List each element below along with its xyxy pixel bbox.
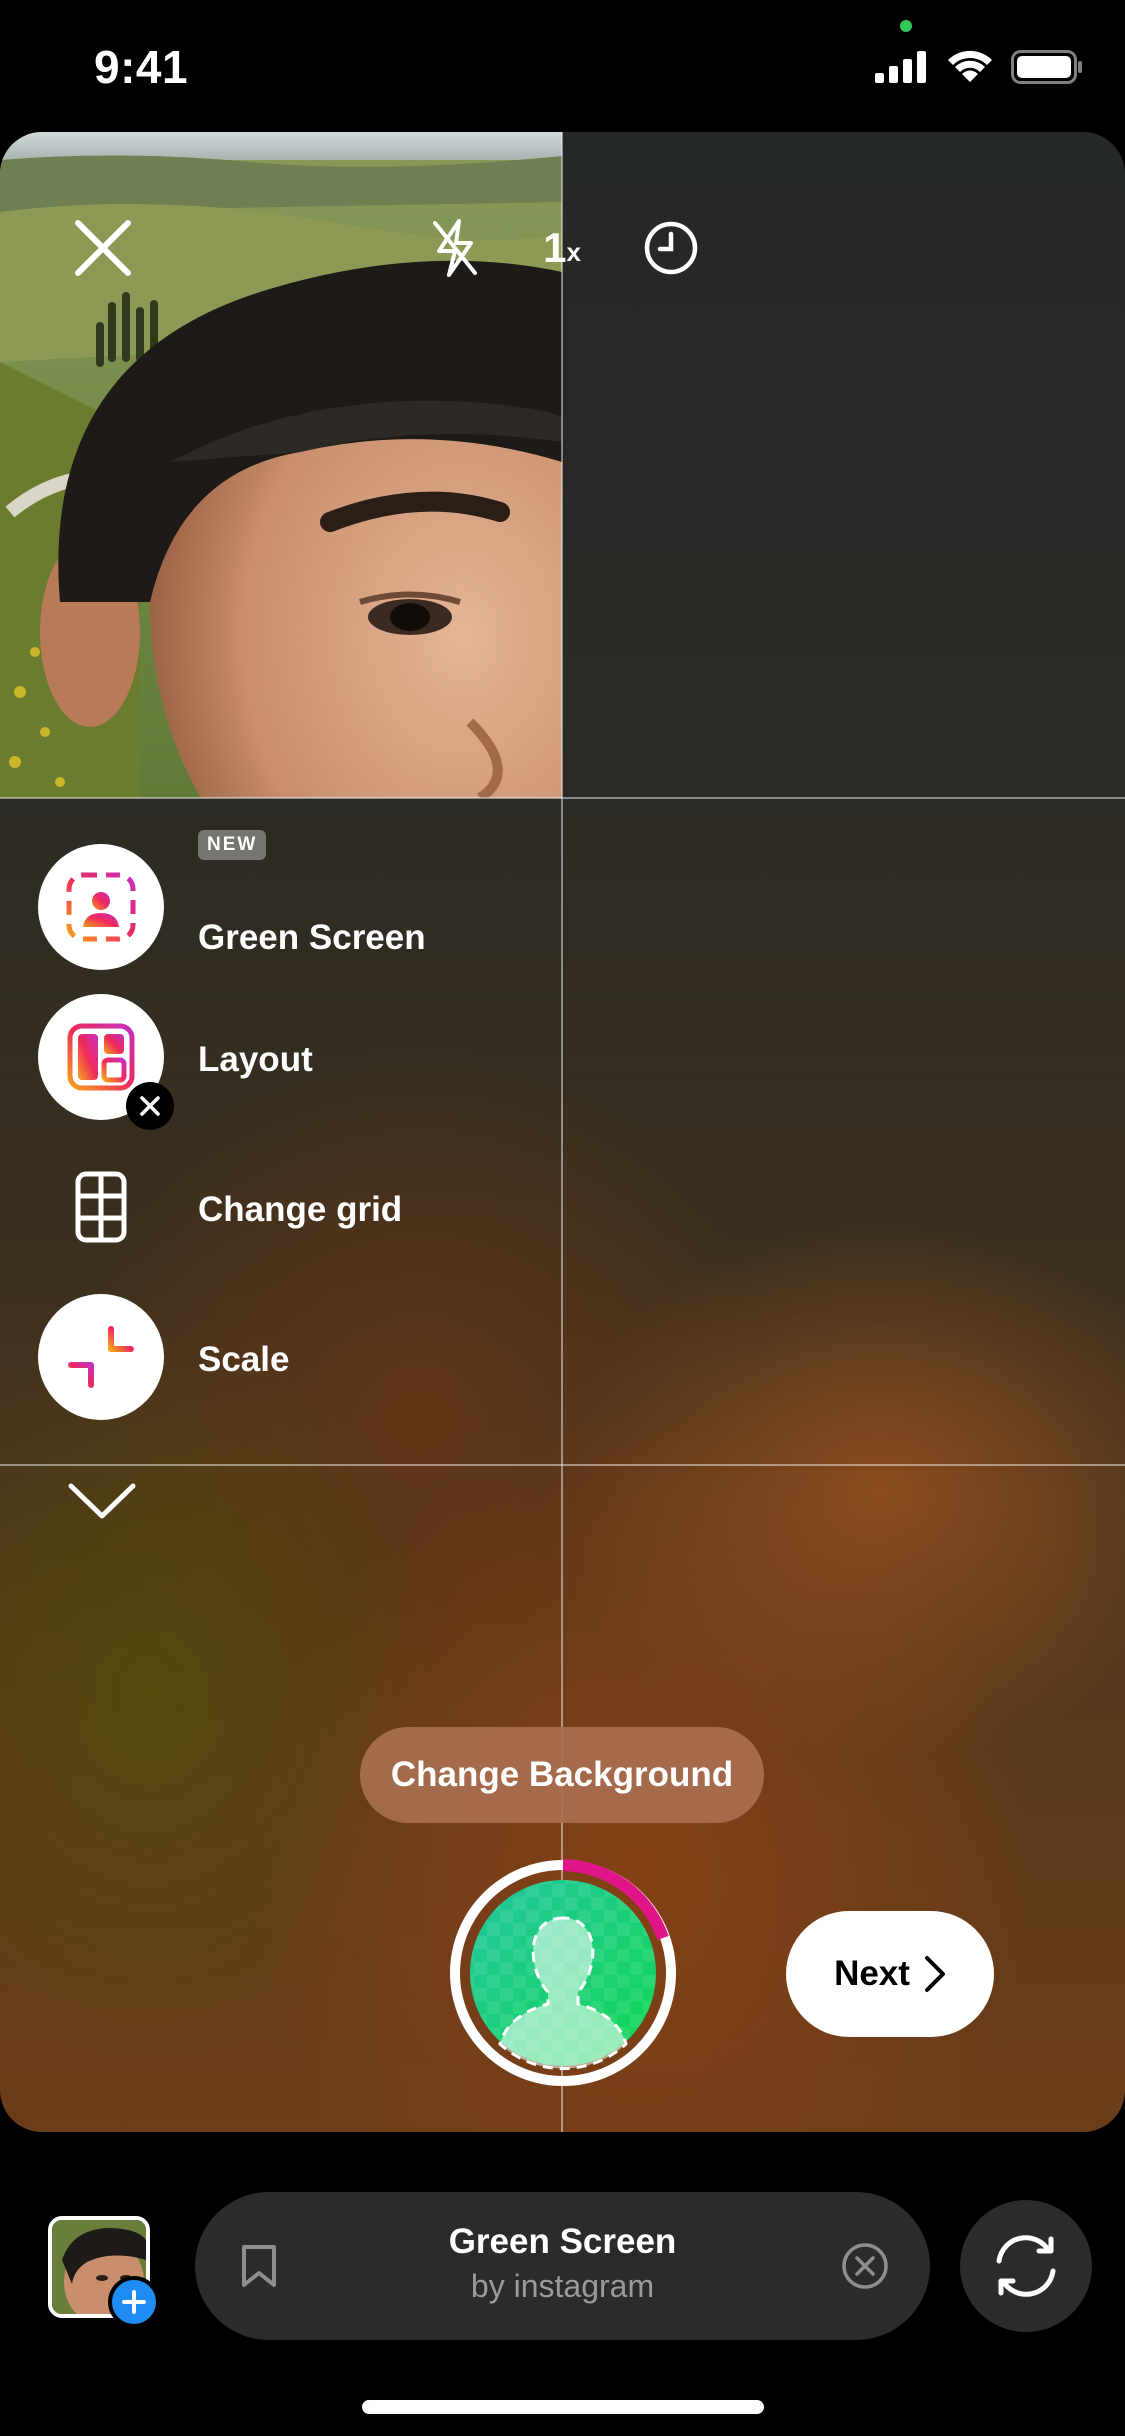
signal-icon <box>875 51 926 83</box>
layout-button[interactable] <box>38 994 174 1130</box>
status-bar: 9:41 <box>0 0 1125 130</box>
camera-canvas[interactable]: 1 x NEW Green Screen Layout Change grid … <box>0 132 1125 2132</box>
green-screen-icon <box>66 872 136 942</box>
close-icon <box>140 1096 160 1116</box>
battery-icon <box>1011 50 1082 84</box>
menu-item-layout[interactable]: Layout <box>38 994 313 1130</box>
plus-icon <box>122 2290 146 2314</box>
close-button[interactable] <box>66 202 140 294</box>
remove-layout-button[interactable] <box>126 1082 174 1130</box>
layout-icon <box>67 1023 135 1091</box>
home-indicator[interactable] <box>362 2400 764 2414</box>
status-time: 9:41 <box>94 41 189 93</box>
effect-bar[interactable]: Green Screen by instagram <box>195 2192 930 2340</box>
menu-item-label: Scale <box>198 1340 290 1379</box>
flip-camera-icon <box>996 2235 1056 2297</box>
wifi-icon <box>948 50 992 82</box>
next-button[interactable]: Next <box>786 1911 994 2037</box>
change-background-label: Change Background <box>390 1755 734 1794</box>
grid-line-horizontal-1 <box>0 797 1125 799</box>
add-from-gallery-button[interactable] <box>108 2276 160 2328</box>
change-grid-button[interactable] <box>38 1144 164 1270</box>
shutter-button[interactable] <box>448 1858 678 2088</box>
grid-line-horizontal-2 <box>0 1464 1125 1466</box>
zoom-button[interactable]: 1 x <box>532 202 592 294</box>
menu-item-change-grid[interactable]: Change grid <box>38 1144 402 1270</box>
flip-camera-button[interactable] <box>960 2200 1092 2332</box>
menu-item-green-screen[interactable]: NEW Green Screen <box>38 830 426 970</box>
menu-item-label: Green Screen <box>198 918 426 957</box>
chevron-right-icon <box>924 1956 945 1992</box>
close-icon <box>75 220 131 276</box>
grid-line-vertical <box>561 132 563 2132</box>
change-background-button[interactable]: Change Background <box>360 1727 764 1823</box>
green-screen-button[interactable] <box>38 844 164 970</box>
menu-item-label: Change grid <box>198 1190 403 1229</box>
close-circle-icon <box>842 2243 888 2289</box>
shutter-graphic <box>450 1859 676 2086</box>
timer-button[interactable] <box>636 202 706 294</box>
new-badge: NEW <box>198 830 267 860</box>
chevron-down-icon <box>68 1483 136 1519</box>
collapse-menu-button[interactable] <box>62 1472 142 1532</box>
timer-icon <box>644 221 698 275</box>
status-icons <box>875 50 1083 84</box>
zoom-value: 1 <box>543 224 567 271</box>
scale-icon <box>68 1326 134 1388</box>
menu-item-scale[interactable]: Scale <box>38 1294 289 1420</box>
zoom-suffix: x <box>566 236 581 267</box>
next-label: Next <box>834 1954 910 1993</box>
camera-top-controls: 1 x <box>0 202 1125 292</box>
camera-in-use-indicator <box>900 20 912 32</box>
remove-effect-button[interactable] <box>835 2236 895 2296</box>
flash-button[interactable] <box>420 202 490 294</box>
menu-item-label: Layout <box>198 1040 313 1079</box>
flash-off-icon <box>433 219 477 277</box>
grid-icon <box>75 1171 127 1243</box>
scale-button[interactable] <box>38 1294 164 1420</box>
effect-author: by instagram <box>470 2268 655 2304</box>
effect-title: Green Screen <box>448 2222 677 2261</box>
